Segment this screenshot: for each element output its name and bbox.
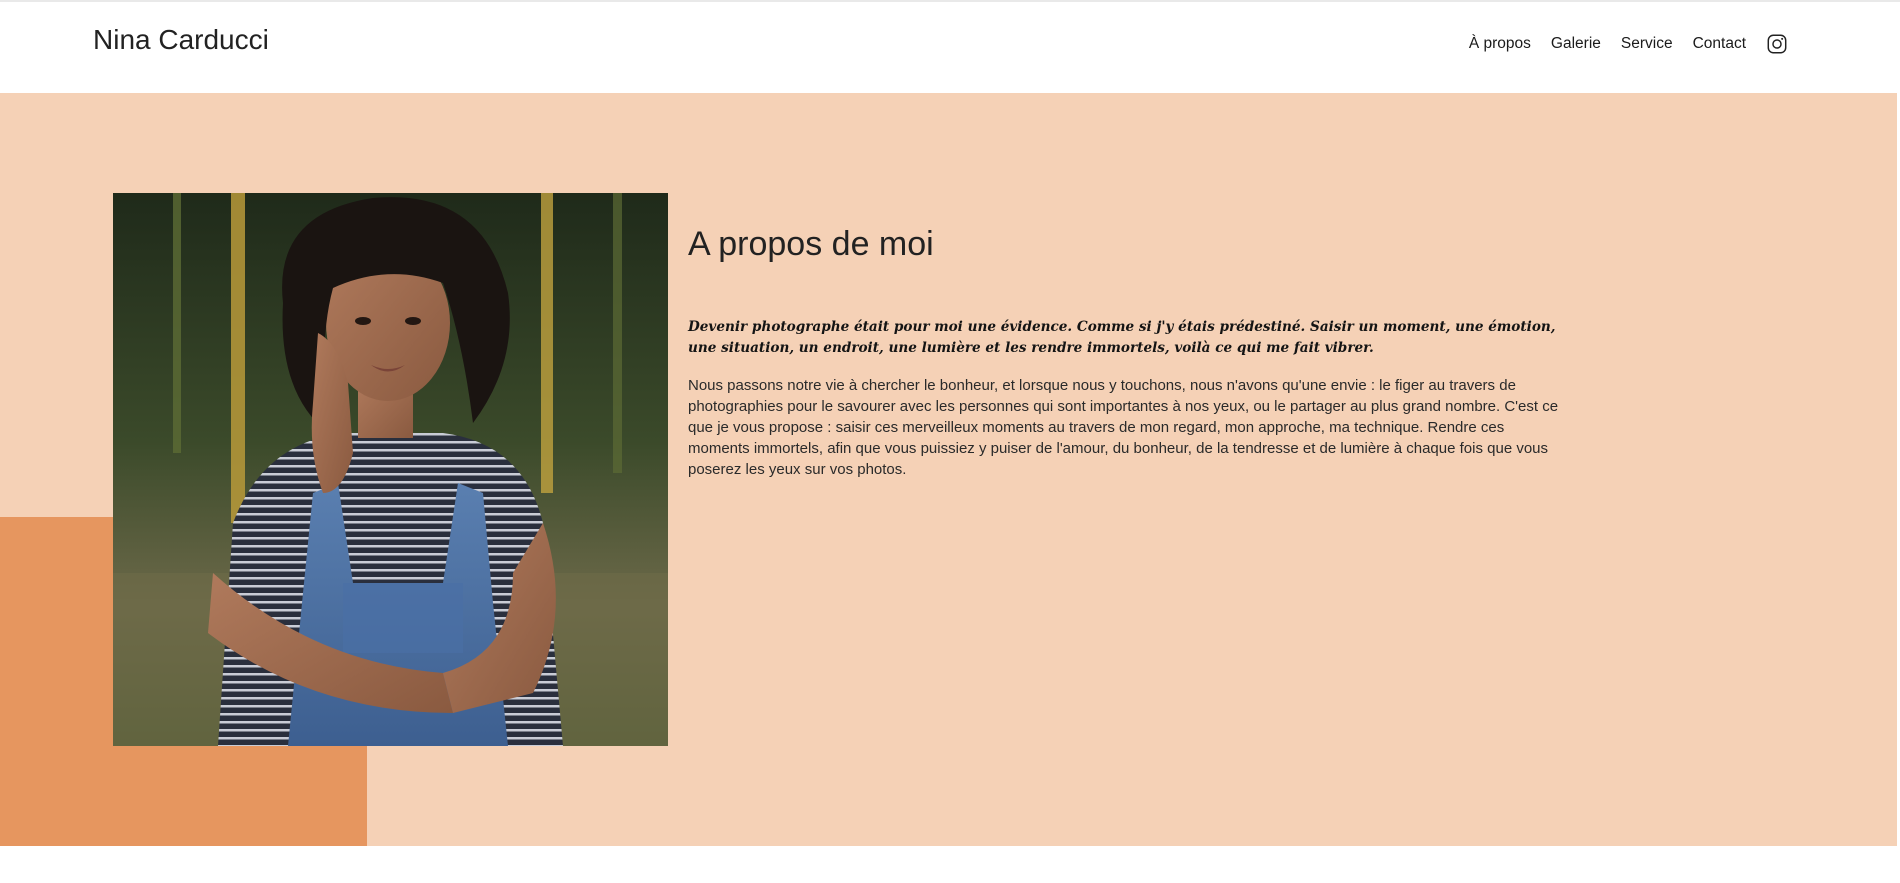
nav-link-galerie[interactable]: Galerie bbox=[1551, 33, 1601, 55]
portrait-illustration bbox=[113, 193, 668, 746]
nav-link-contact[interactable]: Contact bbox=[1693, 33, 1746, 55]
portrait-photo bbox=[113, 193, 668, 746]
page: Nina Carducci À propos Galerie Service C… bbox=[0, 0, 1900, 883]
about-body: Nous passons notre vie à chercher le bon… bbox=[688, 377, 1559, 478]
about-section: A propos de moi Devenir photographe étai… bbox=[0, 93, 1900, 846]
about-title: A propos de moi bbox=[688, 225, 934, 263]
site-header: Nina Carducci À propos Galerie Service C… bbox=[0, 2, 1900, 93]
main-nav: À propos Galerie Service Contact bbox=[1469, 33, 1788, 55]
nav-link-a-propos[interactable]: À propos bbox=[1469, 33, 1531, 55]
site-title-link[interactable]: Nina Carducci bbox=[93, 22, 269, 58]
about-lead: Devenir photographe était pour moi une é… bbox=[688, 319, 1556, 356]
nav-link-service[interactable]: Service bbox=[1621, 33, 1673, 55]
about-content: A propos de moi Devenir photographe étai… bbox=[688, 223, 1563, 480]
instagram-icon[interactable] bbox=[1766, 33, 1788, 55]
